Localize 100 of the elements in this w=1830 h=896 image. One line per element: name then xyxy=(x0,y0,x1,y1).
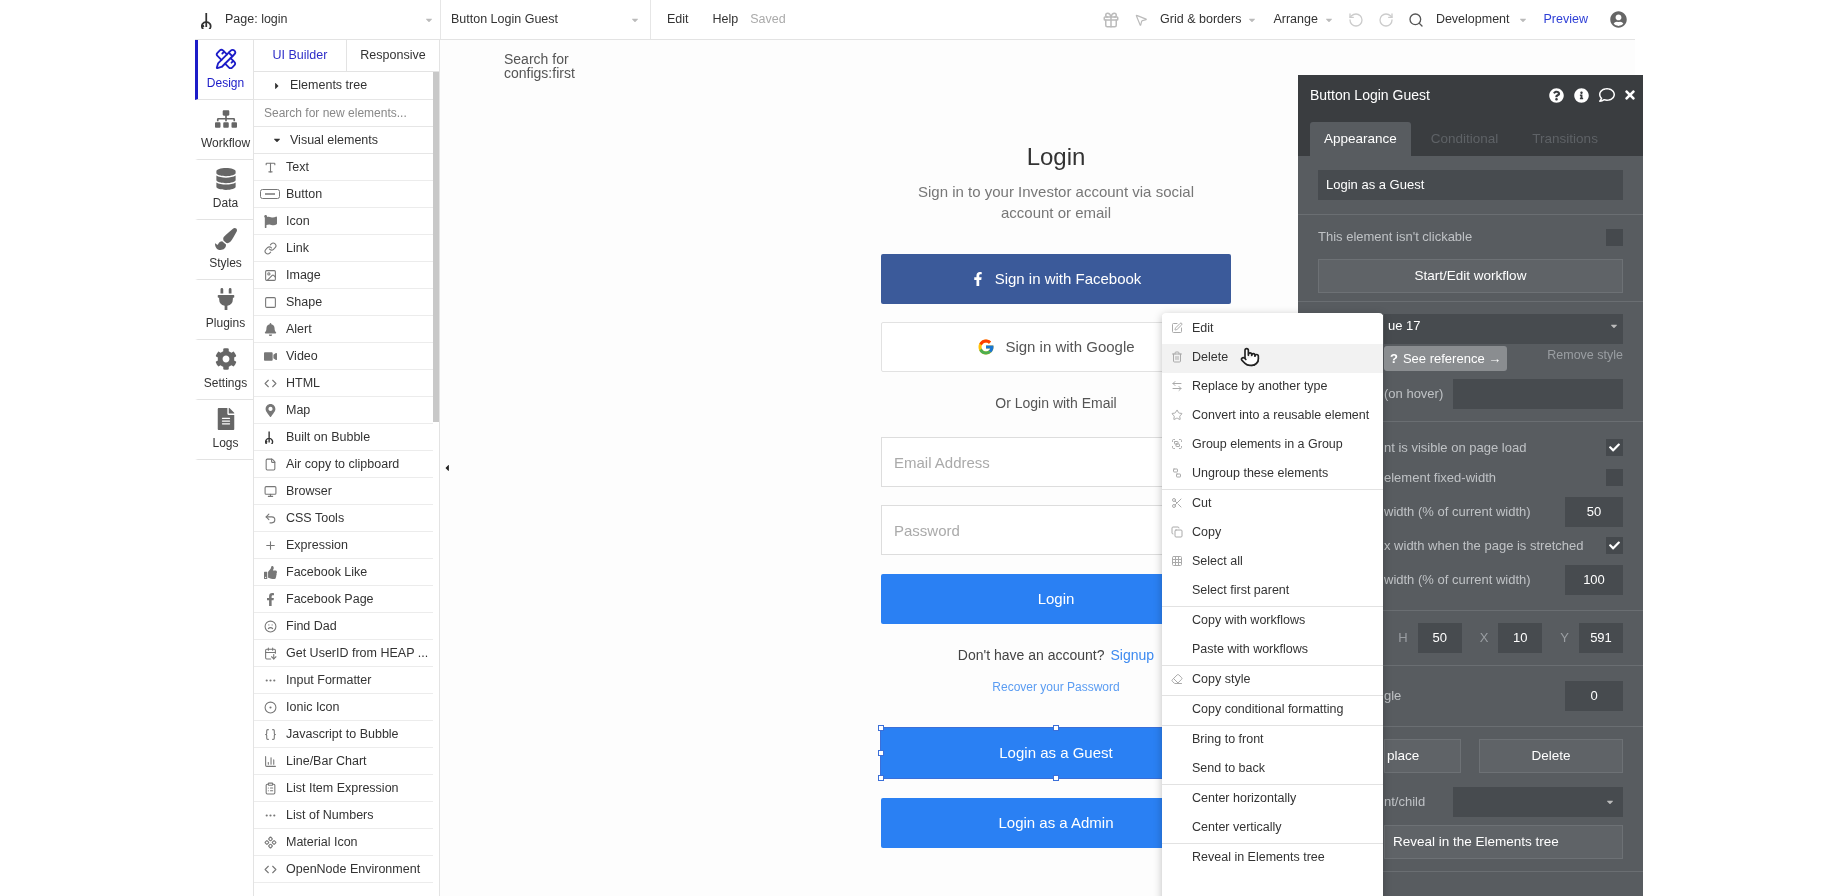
diamond-icon xyxy=(263,835,277,849)
context-menu-item[interactable]: Ungroup these elements xyxy=(1162,460,1383,489)
sidebar-tab[interactable]: Settings xyxy=(195,340,253,400)
sidebar-tab[interactable]: Data xyxy=(195,160,253,220)
dropdown-field[interactable] xyxy=(1453,786,1623,817)
element-list-item[interactable]: Javascript to Bubble xyxy=(254,721,433,748)
checkbox[interactable] xyxy=(1606,537,1623,555)
facebook-signin-button[interactable]: Sign in with Facebook xyxy=(881,254,1231,304)
signup-link[interactable]: Signup xyxy=(1110,646,1155,664)
number-field[interactable]: 50 xyxy=(1565,496,1623,527)
element-list-item[interactable]: List Item Expression xyxy=(254,775,433,802)
selection-handle[interactable] xyxy=(1053,775,1059,781)
grid-icon xyxy=(1171,555,1183,567)
help-icon[interactable] xyxy=(1549,87,1564,103)
element-search-field[interactable]: Search for new elements... xyxy=(254,100,433,127)
checkbox[interactable] xyxy=(1606,439,1623,457)
number-field[interactable]: 0 xyxy=(1565,680,1623,711)
sidebar-tab[interactable]: Styles xyxy=(195,220,253,280)
element-list-item[interactable]: Video xyxy=(254,343,433,370)
element-list-item[interactable]: Map xyxy=(254,397,433,424)
element-selector[interactable]: Button Login Guest xyxy=(440,0,650,39)
element-list-item[interactable]: Browser xyxy=(254,478,433,505)
element-list-item[interactable]: List of Numbers xyxy=(254,802,433,829)
element-list-item[interactable]: Facebook Like xyxy=(254,559,433,586)
sidebar-tab[interactable]: Plugins xyxy=(195,280,253,340)
number-field[interactable]: 10 xyxy=(1498,622,1543,653)
clipboard-icon xyxy=(263,781,277,795)
panel-tab[interactable]: Responsive xyxy=(346,40,439,71)
element-list-item[interactable]: Air copy to clipboard xyxy=(254,451,433,478)
panel-button[interactable]: Start/Edit workflow xyxy=(1318,259,1623,293)
element-list-item[interactable]: Button xyxy=(254,181,433,208)
element-list-item[interactable]: Find Dad xyxy=(254,613,433,640)
element-list-item[interactable]: Get UserID from HEAP ... xyxy=(254,640,433,667)
element-list-item[interactable]: Built on Bubble xyxy=(254,424,433,451)
info-icon[interactable] xyxy=(1574,87,1589,103)
context-menu-item[interactable]: Reveal in Elements tree xyxy=(1162,844,1383,873)
selection-handle[interactable] xyxy=(878,775,884,781)
element-list-item[interactable]: Input Formatter xyxy=(254,667,433,694)
property-label: width (% of current width) xyxy=(1384,571,1531,589)
selection-handle[interactable] xyxy=(878,750,884,756)
panel-tab[interactable]: Appearance xyxy=(1310,122,1411,156)
scrollbar-thumb[interactable] xyxy=(433,72,439,422)
text-icon xyxy=(263,160,277,174)
divider-text: Or Login with Email xyxy=(995,394,1117,412)
element-list-item[interactable]: Line/Bar Chart xyxy=(254,748,433,775)
context-menu-item[interactable]: Bring to front xyxy=(1162,726,1383,755)
page-selector[interactable]: Page: login xyxy=(225,0,440,39)
selection-handle[interactable] xyxy=(1053,725,1059,731)
context-menu-item[interactable]: Convert into a reusable element xyxy=(1162,402,1383,431)
name-field[interactable]: Login as a Guest xyxy=(1318,170,1623,200)
sidebar-tab[interactable]: Design xyxy=(195,40,253,100)
number-field[interactable]: 50 xyxy=(1417,622,1462,653)
element-list-item[interactable]: Material Icon xyxy=(254,829,433,856)
panel-title: Button Login Guest xyxy=(1310,85,1431,105)
element-list-item[interactable]: Alert xyxy=(254,316,433,343)
menu-item[interactable]: Edit xyxy=(667,10,689,29)
bar-chart-icon xyxy=(263,754,277,768)
sidebar-tab[interactable]: Workflow xyxy=(195,100,253,160)
bell-icon xyxy=(263,322,277,336)
context-menu-item[interactable]: Copy xyxy=(1162,519,1383,548)
grid-menu[interactable]: Grid & borders xyxy=(1160,10,1258,29)
menu-item[interactable]: Help xyxy=(712,10,739,29)
context-menu-item[interactable]: Send to back xyxy=(1162,755,1383,784)
element-list-item[interactable]: Facebook Page xyxy=(254,586,433,613)
element-list-item[interactable]: OpenNode Environment xyxy=(254,856,433,883)
arrange-menu[interactable]: Arrange xyxy=(1273,10,1334,29)
comment-icon[interactable] xyxy=(1599,87,1615,103)
context-menu-item[interactable]: Group elements in a Group xyxy=(1162,431,1383,460)
search-icon[interactable] xyxy=(1407,11,1424,28)
context-menu-item[interactable]: Select first parent xyxy=(1162,577,1383,606)
collapse-arrow-icon[interactable] xyxy=(443,463,451,473)
preview-link[interactable]: Preview xyxy=(1543,10,1588,29)
context-menu-item[interactable]: Copy with workflows xyxy=(1162,607,1383,636)
context-menu-item[interactable]: Copy conditional formatting xyxy=(1162,696,1383,725)
version-selector[interactable]: Development xyxy=(1435,10,1528,29)
context-menu-item[interactable]: Edit xyxy=(1162,315,1383,344)
element-list-item[interactable]: CSS Tools xyxy=(254,505,433,532)
element-list-item[interactable]: Expression xyxy=(254,532,433,559)
selection-handle[interactable] xyxy=(878,725,884,731)
sidebar-tab[interactable]: Logs xyxy=(195,400,253,460)
panel-button[interactable]: place xyxy=(1384,738,1461,773)
panel-tab[interactable]: UI Builder xyxy=(254,40,346,71)
context-menu-item[interactable]: Replace by another type xyxy=(1162,373,1383,402)
panel-button[interactable]: Delete xyxy=(1479,738,1623,773)
save-status: Saved xyxy=(750,11,786,29)
element-list-item[interactable]: Icon xyxy=(254,208,433,235)
panel-button[interactable]: Reveal in the Elements tree xyxy=(1384,824,1623,859)
close-icon[interactable] xyxy=(1623,88,1637,102)
context-menu-item[interactable]: Center vertically xyxy=(1162,814,1383,843)
context-menu-item[interactable]: Delete xyxy=(1162,344,1383,373)
context-menu-item[interactable]: Cut xyxy=(1162,490,1383,519)
context-menu-item[interactable]: Center horizontally xyxy=(1162,785,1383,814)
context-menu-item[interactable]: Copy style xyxy=(1162,666,1383,695)
user-avatar-icon[interactable] xyxy=(1610,11,1627,28)
context-menu-item[interactable]: Paste with workflows xyxy=(1162,636,1383,665)
number-field[interactable]: 100 xyxy=(1565,564,1623,595)
context-menu-item[interactable]: Select all xyxy=(1162,548,1383,577)
style-dropdown[interactable]: ue 17 xyxy=(1384,314,1623,344)
element-list-item[interactable]: Ionic Icon xyxy=(254,694,433,721)
number-field[interactable]: 591 xyxy=(1579,622,1623,653)
